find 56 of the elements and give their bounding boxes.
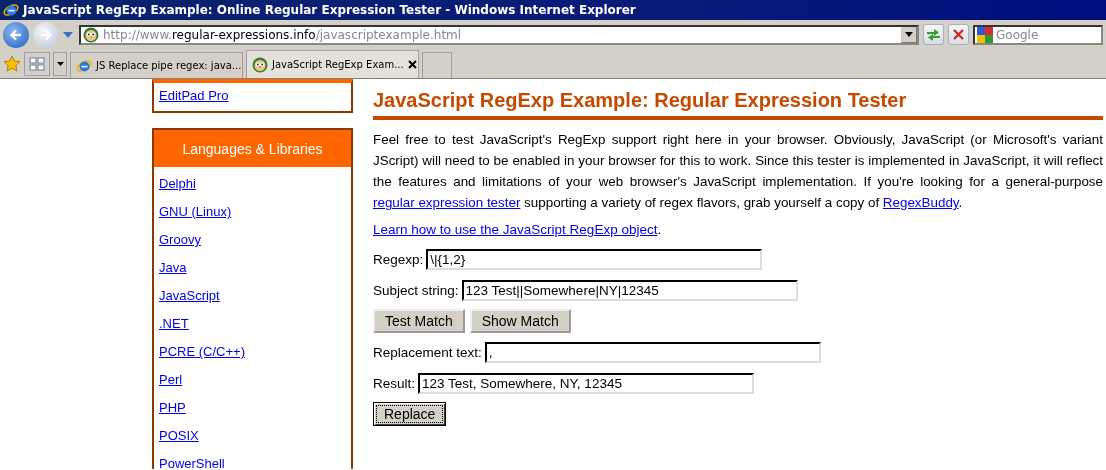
window-title: JavaScript RegExp Example: Online Regular Expression Tester - Windows Internet Explorer <box>23 3 636 17</box>
sidebar-link[interactable]: EditPad Pro <box>159 87 229 104</box>
search-box[interactable]: Google <box>973 24 1103 45</box>
sidebar-link[interactable]: .NET <box>159 315 189 332</box>
back-button[interactable] <box>3 21 29 48</box>
sidebar-link[interactable]: PowerShell <box>159 455 225 469</box>
action-button[interactable]: Show Match <box>469 309 571 333</box>
search-provider-icon <box>977 26 993 43</box>
close-icon[interactable] <box>407 60 417 69</box>
sidebar-link[interactable]: GNU (Linux) <box>159 203 232 220</box>
intro-paragraph: Feel free to test JavaScript's RegExp support right here in your browser. Obviously, JavaScript (or Microsoft's variant JScript) will need to be enabled in your browser for this to work. Since this tester is implemented in JavaScript, it will reflect the features and limitations of your web browser's JavaScript implementation. If you're looking for a general-purpose regular expression tester supporting a variety of regex flavors, grab yourself a copy of RegexBuddy. <box>373 131 1103 212</box>
back-arrow-icon <box>9 27 23 42</box>
forward-arrow-icon <box>39 27 53 42</box>
input-field[interactable]: 123 Test||Somewhere|NY|12345 <box>461 279 798 301</box>
refresh-arrows-icon <box>926 27 941 42</box>
stop-button[interactable] <box>948 24 969 45</box>
sidebar-link[interactable]: Java <box>159 259 187 276</box>
sidebar-link[interactable]: POSIX <box>159 427 199 444</box>
sidebar-link[interactable]: Groovy <box>159 231 201 248</box>
browser-icon <box>76 57 92 74</box>
punctuation: . <box>657 222 662 237</box>
action-button[interactable]: Replace <box>373 402 447 426</box>
refresh-button[interactable] <box>923 24 944 45</box>
field-label: Regexp: <box>373 251 424 267</box>
sidebar-heading: Languages & Libraries <box>154 130 351 167</box>
action-button[interactable]: Test Match <box>373 309 465 333</box>
field-label: Replacement text: <box>373 344 482 360</box>
text-link[interactable]: RegexBuddy <box>882 195 959 210</box>
field-label: Result: <box>373 375 416 391</box>
caret-icon <box>56 61 64 66</box>
dropdown-button[interactable] <box>901 26 917 43</box>
sidebar-link[interactable]: PHP <box>159 399 186 416</box>
browser-tab[interactable]: JS Replace pipe regex: java... <box>70 52 243 78</box>
input-field[interactable]: \|{1,2} <box>426 248 763 270</box>
owl-icon <box>83 26 99 43</box>
url-text: http://www.regular-expressions.info/javascriptexample.html <box>103 27 463 42</box>
grid-icon <box>29 56 45 71</box>
tab-list-button[interactable] <box>53 51 67 76</box>
sidebar-link[interactable]: Perl <box>159 371 183 388</box>
text-link[interactable]: regular expression tester <box>373 195 521 210</box>
caret-icon <box>905 32 913 37</box>
browser-tab[interactable]: JavaScript RegExp Exam... <box>246 50 419 78</box>
sidebar-link[interactable]: PCRE (C/C++) <box>159 343 245 360</box>
field-label: Subject string: <box>373 282 459 298</box>
owl-icon <box>252 56 268 73</box>
caret-icon <box>63 31 73 38</box>
sidebar-link[interactable]: Delphi <box>159 175 196 192</box>
sidebar-link[interactable]: JavaScript <box>159 287 220 304</box>
input-field[interactable]: , <box>484 341 821 363</box>
address-bar[interactable]: http://www.regular-expressions.info/javascriptexample.html <box>79 24 919 45</box>
browser-icon <box>3 2 19 18</box>
stop-icon <box>952 28 965 41</box>
page-heading: JavaScript RegExp Example: Regular Expression Tester <box>373 88 1103 120</box>
input-field[interactable]: 123 Test, Somewhere, NY, 12345 <box>418 372 755 394</box>
new-tab-button[interactable] <box>422 52 452 78</box>
favorites-star-icon[interactable] <box>3 54 21 73</box>
